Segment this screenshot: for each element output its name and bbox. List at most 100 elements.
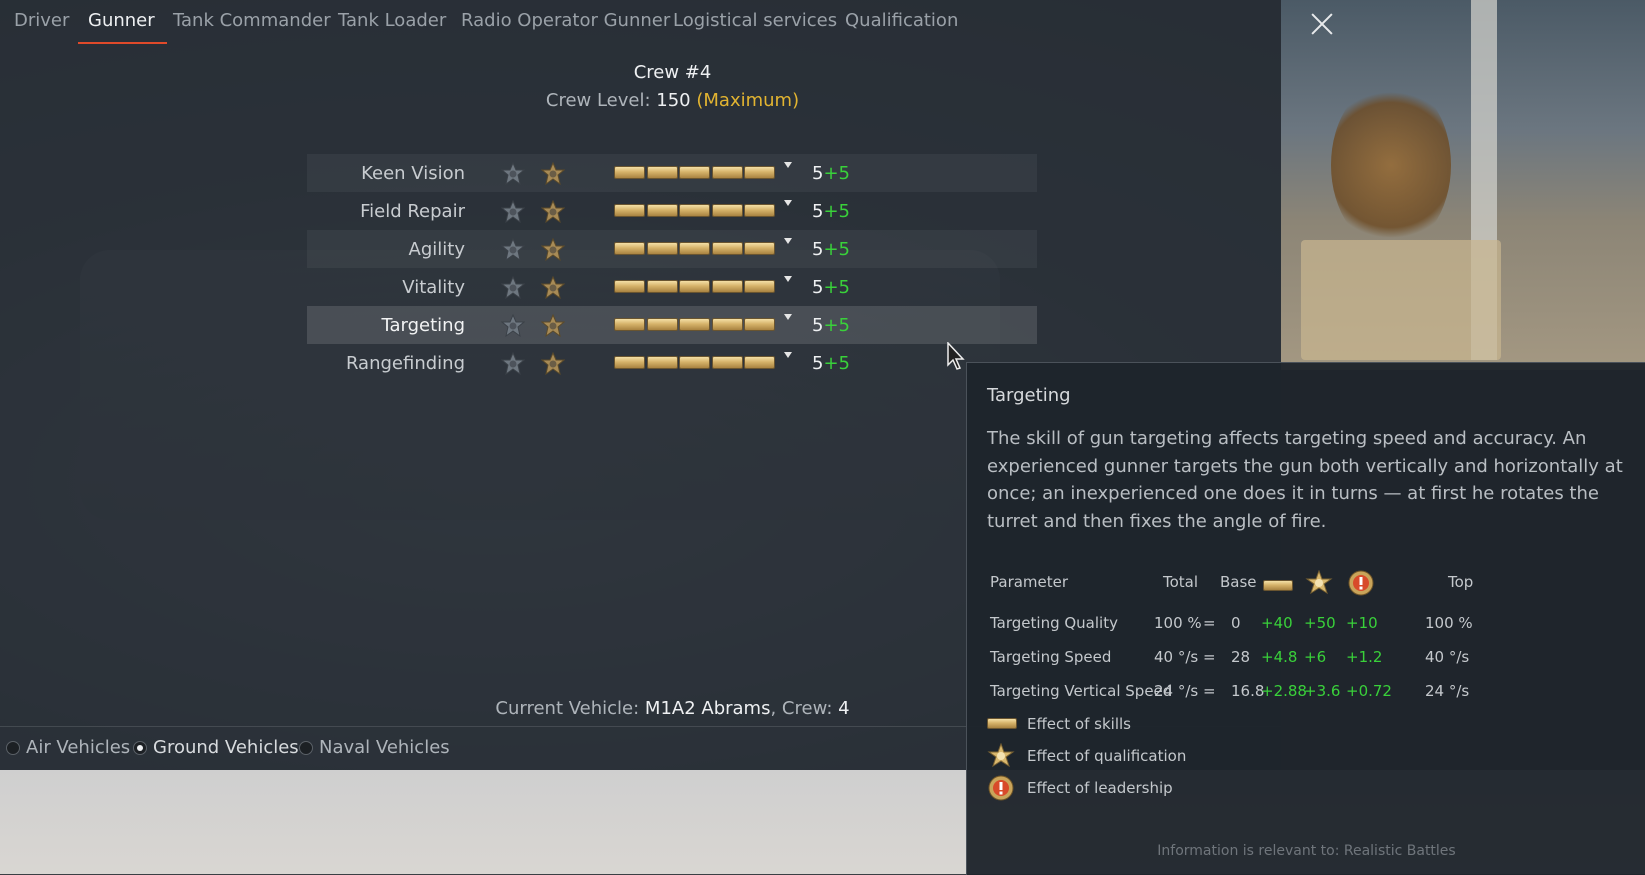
tab-qualification[interactable]: Qualification: [845, 10, 958, 31]
param-skills-cell: +2.88: [1261, 682, 1307, 700]
skill-rank-star-icon: [500, 275, 526, 300]
skill-level-bar[interactable]: [614, 200, 794, 218]
skill-rank-star-icon: [500, 199, 526, 224]
skill-row[interactable]: Keen Vision 5+5: [307, 154, 1037, 192]
skill-qualification-star-icon: [540, 161, 566, 186]
param-base-cell: 28: [1231, 648, 1251, 666]
tab-tank-commander[interactable]: Tank Commander: [173, 10, 331, 31]
param-parameter-cell: Targeting Vertical Speed: [990, 682, 1173, 700]
tab-bar: Driver Gunner Tank Commander Tank Loader…: [0, 0, 1281, 44]
skill-bar-icon: [987, 715, 1017, 741]
tooltip-description: The skill of gun targeting affects targe…: [987, 428, 1623, 532]
skill-name: Agility: [408, 239, 465, 260]
skill-name: Targeting: [381, 315, 465, 336]
skill-value: 5+5: [812, 201, 850, 222]
legend-label: Effect of skills: [1027, 715, 1131, 733]
skill-row[interactable]: Vitality 5+5: [307, 268, 1037, 306]
header-parameter: Parameter: [990, 573, 1069, 591]
param-lead-cell: +10: [1346, 614, 1378, 632]
param-eq-cell: =: [1203, 682, 1216, 700]
skill-qualification-star-icon: [540, 275, 566, 300]
header-total: Total: [1163, 573, 1199, 591]
tab-logistical-services[interactable]: Logistical services: [673, 10, 837, 31]
current-vehicle-label: Current Vehicle:: [495, 698, 640, 719]
skill-tooltip: Targeting The skill of gun targeting aff…: [966, 362, 1645, 875]
skill-row[interactable]: Targeting 5+5: [307, 306, 1037, 344]
crew-count-value: 4: [838, 698, 850, 719]
current-vehicle-name: M1A2 Abrams: [644, 698, 771, 719]
crew-level-maximum: (Maximum): [696, 90, 800, 111]
crew-count-label: , Crew:: [770, 698, 833, 719]
param-top-cell: 24 °/s: [1425, 682, 1470, 700]
skill-row[interactable]: Agility 5+5: [307, 230, 1037, 268]
skill-value: 5+5: [812, 163, 850, 184]
skill-level-bar[interactable]: [614, 162, 794, 180]
skill-value: 5+5: [812, 277, 850, 298]
skill-value: 5+5: [812, 353, 850, 374]
skill-qualification-star-icon: [540, 351, 566, 376]
skill-qualification-star-icon: [540, 237, 566, 262]
skill-qualification-star-icon: [540, 199, 566, 224]
skill-name: Keen Vision: [361, 163, 465, 184]
param-lead-cell: +0.72: [1346, 682, 1392, 700]
header-top: Top: [1448, 573, 1474, 591]
skill-level-bar[interactable]: [614, 314, 794, 332]
tab-gunner[interactable]: Gunner: [88, 10, 155, 31]
radio-button[interactable]: [133, 741, 147, 755]
param-eq-cell: =: [1203, 648, 1216, 666]
skill-rank-star-icon: [500, 237, 526, 262]
param-skills-cell: +4.8: [1261, 648, 1298, 666]
param-lead-cell: +1.2: [1346, 648, 1383, 666]
param-skills-cell: +40: [1261, 614, 1293, 632]
param-qual-cell: +3.6: [1304, 682, 1341, 700]
background-scenery: [1281, 0, 1645, 370]
param-parameter-cell: Targeting Speed: [990, 648, 1112, 666]
param-total-cell: 40 °/s: [1154, 648, 1199, 666]
radio-button[interactable]: [6, 741, 20, 755]
leadership-medal-icon: [1348, 570, 1374, 596]
skill-value: 5+5: [812, 239, 850, 260]
skill-value: 5+5: [812, 315, 850, 336]
param-total-cell: 24 °/s: [1154, 682, 1199, 700]
tab-tank-loader[interactable]: Tank Loader: [338, 10, 446, 31]
legend-label: Effect of leadership: [1027, 779, 1173, 797]
skill-level-bar[interactable]: [614, 276, 794, 294]
param-base-cell: 0: [1231, 614, 1241, 632]
legend-label: Effect of qualification: [1027, 747, 1187, 765]
crew-level: Crew Level: 150 (Maximum): [0, 90, 1345, 111]
skill-name: Field Repair: [360, 201, 465, 222]
skill-row[interactable]: Rangefinding 5+5: [307, 344, 1037, 382]
tooltip-footer: Information is relevant to: Realistic Ba…: [1157, 843, 1456, 859]
skill-row[interactable]: Field Repair 5+5: [307, 192, 1037, 230]
close-icon[interactable]: [1308, 10, 1336, 38]
param-eq-cell: =: [1203, 614, 1216, 632]
param-top-cell: 100 %: [1425, 614, 1473, 632]
crew-level-label: Crew Level:: [545, 90, 651, 111]
radio-label: Naval Vehicles: [319, 737, 450, 758]
qualification-star-icon: [987, 743, 1015, 768]
param-total-cell: 100 %: [1154, 614, 1202, 632]
crew-level-value: 150: [656, 90, 691, 111]
radio-label: Ground Vehicles: [153, 737, 299, 758]
skill-bar-icon: [1263, 577, 1293, 595]
radio-button[interactable]: [299, 741, 313, 755]
skill-qualification-star-icon: [540, 313, 566, 338]
skill-rank-star-icon: [500, 313, 526, 338]
skill-name: Vitality: [402, 277, 465, 298]
tab-driver[interactable]: Driver: [14, 10, 69, 31]
qualification-star-icon: [1305, 570, 1333, 595]
skill-rank-star-icon: [500, 351, 526, 376]
param-top-cell: 40 °/s: [1425, 648, 1470, 666]
param-qual-cell: +50: [1304, 614, 1336, 632]
tooltip-title: Targeting: [987, 385, 1071, 406]
leadership-medal-icon: [988, 775, 1014, 801]
skill-rank-star-icon: [500, 161, 526, 186]
param-parameter-cell: Targeting Quality: [990, 614, 1118, 632]
param-qual-cell: +6: [1304, 648, 1327, 666]
param-base-cell: 16.8: [1231, 682, 1265, 700]
tab-radio-operator-gunner[interactable]: Radio Operator Gunner: [461, 10, 670, 31]
skill-name: Rangefinding: [345, 353, 465, 374]
skill-level-bar[interactable]: [614, 238, 794, 256]
skill-level-bar[interactable]: [614, 352, 794, 370]
crew-title: Crew #4: [633, 62, 712, 83]
